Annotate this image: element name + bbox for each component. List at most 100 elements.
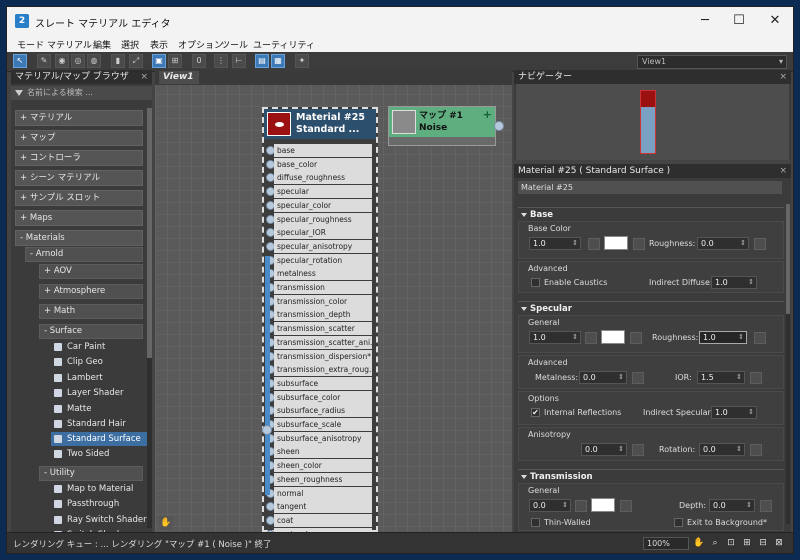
map-slot-button[interactable] — [630, 332, 642, 344]
material-node[interactable]: Material #25 Standard ... base base_color d… — [262, 107, 378, 541]
slot-specular-roughness[interactable]: specular_roughness — [274, 212, 372, 226]
exit-to-background-checkbox[interactable] — [674, 518, 683, 527]
close-icon[interactable]: × — [779, 70, 787, 84]
map-slot-button[interactable] — [575, 500, 587, 512]
group-surface[interactable]: - Surface — [39, 324, 143, 339]
specular-roughness-spinner[interactable]: 1.0 — [699, 331, 747, 344]
transmission-weight-spinner[interactable]: 0.0 — [529, 499, 571, 512]
noise-map-node[interactable]: マップ #1 Noise + — [388, 106, 496, 146]
map-slot-button[interactable] — [620, 500, 632, 512]
category-maps-jp[interactable]: + マップ — [15, 130, 143, 146]
make-unique-icon[interactable]: ◍ — [87, 54, 101, 68]
category-controllers[interactable]: + コントローラ — [15, 150, 143, 166]
layout-children-icon[interactable]: ⊢ — [232, 54, 246, 68]
select-by-material-icon[interactable]: ✦ — [295, 54, 309, 68]
group-aov[interactable]: + AOV — [39, 264, 143, 279]
layout-icon[interactable]: ⋮ — [214, 54, 228, 68]
close-icon[interactable]: × — [779, 164, 787, 178]
material-id-icon[interactable]: 0 — [192, 54, 206, 68]
map-slot-button[interactable] — [754, 238, 766, 250]
ior-spinner[interactable]: 1.5 — [697, 371, 745, 384]
node-view[interactable]: View1 Material #25 Standard ... base base_… — [155, 70, 512, 541]
map-slot-button[interactable] — [632, 372, 644, 384]
slot-transmission[interactable]: transmission — [274, 281, 372, 294]
slot-diffuse-roughness[interactable]: diffuse_roughness — [274, 171, 372, 185]
menu-select[interactable]: 選択 — [121, 38, 139, 51]
pan-hand-icon[interactable]: ✋ — [693, 537, 705, 549]
slot-base[interactable]: base — [274, 144, 372, 157]
menu-options[interactable]: オプション — [178, 38, 223, 51]
map-slot-button[interactable] — [760, 500, 772, 512]
rotation-spinner[interactable]: 0.0 — [699, 443, 745, 456]
navigator-viewport-frame[interactable] — [640, 90, 656, 154]
slot-subsurface[interactable]: subsurface — [274, 376, 372, 390]
menu-tools[interactable]: ツール — [221, 38, 248, 51]
menu-utilities[interactable]: ユーティリティ — [253, 38, 315, 51]
list-item[interactable]: Clip Geo — [51, 355, 147, 369]
slot-transmission-depth[interactable]: transmission_depth — [274, 308, 372, 322]
category-scene-materials[interactable]: + シーン マテリアル — [15, 170, 143, 186]
group-math[interactable]: + Math — [39, 304, 143, 319]
pan-hand-icon[interactable]: ✋ — [159, 516, 173, 530]
slot-specular-anisotropy[interactable]: specular_anisotropy — [274, 239, 372, 253]
zoom-selected-icon[interactable]: ⊟ — [757, 537, 769, 549]
select-tool-icon[interactable]: ↖ — [13, 54, 27, 68]
enable-caustics-checkbox[interactable] — [531, 278, 540, 287]
category-materials[interactable]: - Materials — [15, 230, 143, 246]
browser-scrollbar[interactable] — [147, 108, 152, 528]
category-sample-slots[interactable]: + サンプル スロット — [15, 190, 143, 206]
properties-scrollbar[interactable] — [786, 204, 790, 524]
properties-toggle-icon[interactable]: ▦ — [271, 54, 285, 68]
map-slot-button[interactable] — [585, 332, 597, 344]
map-slot-button[interactable] — [754, 332, 766, 344]
list-item[interactable]: Layer Shader — [51, 386, 147, 400]
specular-weight-spinner[interactable]: 1.0 — [529, 331, 581, 344]
base-color-swatch[interactable] — [604, 236, 628, 250]
slot-normal[interactable]: normal — [274, 486, 372, 500]
map-slot-button[interactable] — [750, 444, 762, 456]
menu-mode[interactable]: モード — [17, 38, 44, 51]
indirect-diffuse-spinner[interactable]: 1.0 — [711, 276, 757, 289]
slot-transmission-color[interactable]: transmission_color — [274, 294, 372, 308]
slot-subsurface-radius[interactable]: subsurface_radius — [274, 404, 372, 418]
list-item[interactable]: Standard Hair — [51, 417, 147, 431]
slot-specular-color[interactable]: specular_color — [274, 198, 372, 212]
minimize-button[interactable]: ─ — [691, 11, 719, 31]
zoom-level-select[interactable]: 100% — [643, 537, 689, 550]
list-item-selected[interactable]: Standard Surface — [51, 432, 147, 446]
browser-toggle-icon[interactable]: ▤ — [255, 54, 269, 68]
scrollbar-thumb[interactable] — [786, 204, 790, 314]
navigator-view[interactable] — [516, 84, 789, 160]
slot-specular-rotation[interactable]: specular_rotation — [274, 253, 372, 267]
scrollbar-thumb[interactable] — [147, 108, 152, 358]
list-item[interactable]: Map to Material — [51, 482, 147, 496]
anisotropy-spinner[interactable]: 0.0 — [581, 443, 627, 456]
output-socket[interactable] — [262, 425, 272, 435]
group-atmosphere[interactable]: + Atmosphere — [39, 284, 143, 299]
list-item[interactable]: Passthrough — [51, 497, 147, 511]
section-transmission[interactable]: Transmission — [518, 469, 784, 483]
eyedropper-icon[interactable]: ✎ — [37, 54, 51, 68]
view-selector[interactable]: View1 ▾ — [637, 55, 787, 69]
slot-specular-IOR[interactable]: specular_IOR — [274, 226, 372, 240]
depth-spinner[interactable]: 0.0 — [709, 499, 755, 512]
list-item[interactable]: Car Paint — [51, 340, 147, 354]
slot-transmission-scatter[interactable]: transmission_scatter — [274, 322, 372, 336]
internal-reflections-checkbox[interactable]: ✔ — [531, 408, 540, 417]
menu-view[interactable]: 表示 — [150, 38, 168, 51]
slot-transmission-scatter-ani[interactable]: transmission_scatter_ani... — [274, 335, 372, 349]
specular-color-swatch[interactable] — [601, 330, 625, 344]
list-item[interactable]: Lambert — [51, 371, 147, 385]
section-specular[interactable]: Specular — [518, 301, 784, 315]
zoom-region-icon[interactable]: ⊡ — [725, 537, 737, 549]
slot-sheen[interactable]: sheen — [274, 445, 372, 459]
list-item[interactable]: Matte — [51, 402, 147, 416]
map-slot-button[interactable] — [750, 372, 762, 384]
slot-transmission-extra-roug[interactable]: transmission_extra_roug... — [274, 363, 372, 377]
slot-coat[interactable]: coat — [274, 513, 372, 527]
category-materials-jp[interactable]: + マテリアル — [15, 110, 143, 126]
map-slot-button[interactable] — [632, 444, 644, 456]
metalness-spinner[interactable]: 0.0 — [579, 371, 627, 384]
slot-tangent[interactable]: tangent — [274, 500, 372, 514]
category-maps[interactable]: + Maps — [15, 210, 143, 226]
